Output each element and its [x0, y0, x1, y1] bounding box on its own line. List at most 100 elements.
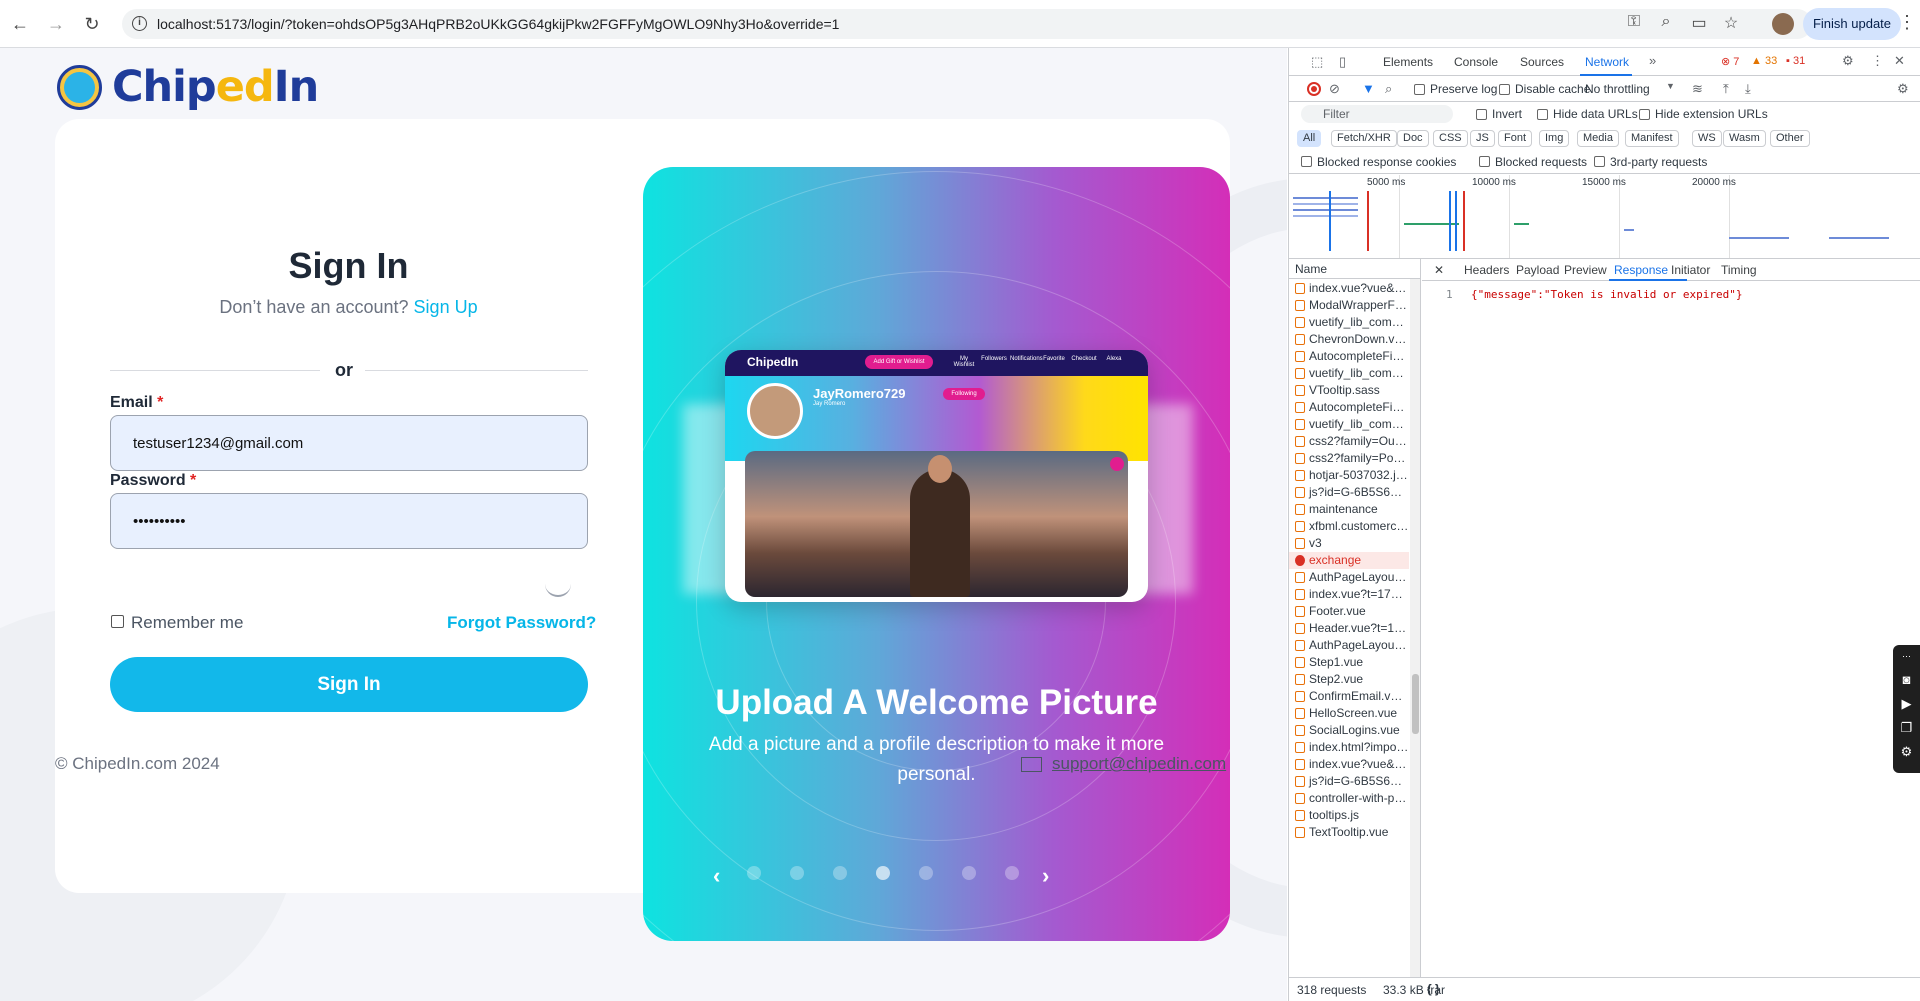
- blocked-requests-checkbox[interactable]: [1479, 156, 1490, 167]
- request-item[interactable]: controller-with-prec...: [1289, 790, 1409, 807]
- url-text[interactable]: localhost:5173/login/?token=ohdsOP5g3AHq…: [157, 16, 839, 32]
- tab-elements[interactable]: Elements: [1383, 55, 1433, 69]
- forward-icon[interactable]: →: [44, 12, 68, 36]
- preserve-log-checkbox[interactable]: [1414, 84, 1425, 95]
- type-chip-img[interactable]: Img: [1539, 130, 1570, 147]
- clear-icon[interactable]: ⊘: [1329, 81, 1340, 97]
- more-tabs-icon[interactable]: »: [1649, 53, 1656, 68]
- remember-me-label[interactable]: Remember me: [131, 613, 243, 633]
- request-item[interactable]: Header.vue?t=1728...: [1289, 620, 1409, 637]
- request-item[interactable]: index.vue?vue&type...: [1289, 280, 1409, 297]
- filter-funnel-icon[interactable]: ▼: [1362, 81, 1375, 96]
- request-item[interactable]: vuetify_lib_compon...: [1289, 416, 1409, 433]
- reload-icon[interactable]: ↻: [80, 12, 104, 36]
- request-item[interactable]: ConfirmEmail.vue?t...: [1289, 688, 1409, 705]
- name-column-header[interactable]: Name: [1289, 259, 1420, 279]
- search-icon[interactable]: ⌕: [1385, 81, 1392, 97]
- tab-initiator[interactable]: Initiator: [1671, 263, 1710, 277]
- media-icon[interactable]: ▭: [1688, 13, 1710, 35]
- extension-menu-icon[interactable]: ⋯: [1898, 651, 1915, 665]
- carousel-dot[interactable]: [790, 866, 804, 880]
- request-item[interactable]: AuthPageLayout.vu...: [1289, 569, 1409, 586]
- warning-count-badge[interactable]: ▲ 33: [1751, 55, 1777, 67]
- filter-input[interactable]: Filter: [1301, 105, 1453, 123]
- device-toolbar-icon[interactable]: ▯: [1339, 54, 1346, 70]
- tab-console[interactable]: Console: [1454, 55, 1498, 69]
- password-field[interactable]: ••••••••••: [110, 493, 588, 549]
- request-item[interactable]: HelloScreen.vue: [1289, 705, 1409, 722]
- devtools-menu-icon[interactable]: ⋮: [1871, 53, 1884, 69]
- request-item[interactable]: index.vue?vue&type...: [1289, 756, 1409, 773]
- close-detail-icon[interactable]: ✕: [1434, 263, 1444, 277]
- carousel-prev-icon[interactable]: ‹: [713, 863, 720, 889]
- request-item[interactable]: css2?family=Outfit:...: [1289, 433, 1409, 450]
- type-chip-js[interactable]: JS: [1470, 130, 1495, 147]
- request-item[interactable]: xfbml.customerchat.js: [1289, 518, 1409, 535]
- request-item[interactable]: ModalWrapperForE...: [1289, 297, 1409, 314]
- invert-checkbox[interactable]: [1476, 109, 1487, 120]
- support-email-link[interactable]: support@chipedin.com: [1052, 754, 1226, 774]
- network-conditions-icon[interactable]: ≋: [1692, 81, 1703, 97]
- type-chip-media[interactable]: Media: [1577, 130, 1619, 147]
- request-item[interactable]: AuthPageLayout.vu...: [1289, 637, 1409, 654]
- request-item[interactable]: js?id=G-6B5S6Z67Q...: [1289, 773, 1409, 790]
- type-chip-all[interactable]: All: [1297, 130, 1322, 147]
- zoom-icon[interactable]: ⌕: [1655, 13, 1677, 35]
- request-list-scrollbar[interactable]: [1410, 279, 1420, 1001]
- request-item[interactable]: Step1.vue: [1289, 654, 1409, 671]
- request-item[interactable]: css2?family=Poppin...: [1289, 450, 1409, 467]
- request-item[interactable]: v3: [1289, 535, 1409, 552]
- settings-gear-icon[interactable]: ⚙: [1842, 53, 1854, 69]
- finish-update-button[interactable]: Finish update: [1803, 8, 1901, 40]
- import-har-icon[interactable]: ⤒: [1723, 81, 1729, 97]
- type-chip-other[interactable]: Other: [1770, 130, 1810, 147]
- response-body[interactable]: {"message":"Token is invalid or expired"…: [1471, 288, 1743, 301]
- tab-payload[interactable]: Payload: [1516, 263, 1559, 277]
- blocked-cookies-checkbox[interactable]: [1301, 156, 1312, 167]
- network-timeline-overview[interactable]: 5000 ms 10000 ms 15000 ms 20000 ms: [1289, 175, 1920, 259]
- chevron-down-icon[interactable]: ▼: [1666, 81, 1675, 91]
- settings-gear-icon[interactable]: ⚙: [1898, 744, 1915, 759]
- request-item[interactable]: tooltips.js: [1289, 807, 1409, 824]
- request-item[interactable]: vuetify_lib_compon...: [1289, 365, 1409, 382]
- type-chip-manifest[interactable]: Manifest: [1625, 130, 1679, 147]
- type-chip-doc[interactable]: Doc: [1397, 130, 1429, 147]
- forgot-password-link[interactable]: Forgot Password?: [447, 613, 596, 633]
- type-chip-css[interactable]: CSS: [1433, 130, 1468, 147]
- request-item-error[interactable]: exchange: [1289, 552, 1409, 569]
- type-chip-font[interactable]: Font: [1498, 130, 1533, 147]
- throttling-select[interactable]: No throttling: [1585, 82, 1650, 96]
- screens-icon[interactable]: ❐: [1898, 720, 1915, 735]
- disable-cache-checkbox[interactable]: [1499, 84, 1510, 95]
- inspect-icon[interactable]: ⬚: [1311, 54, 1323, 70]
- carousel-next-icon[interactable]: ›: [1042, 863, 1049, 889]
- tab-headers[interactable]: Headers: [1464, 263, 1509, 277]
- request-item[interactable]: ChevronDown.vue?...: [1289, 331, 1409, 348]
- request-item[interactable]: index.vue?t=172842...: [1289, 586, 1409, 603]
- type-chip-wasm[interactable]: Wasm: [1723, 130, 1766, 147]
- back-icon[interactable]: ←: [8, 12, 32, 36]
- close-devtools-icon[interactable]: ✕: [1894, 53, 1905, 69]
- sign-in-button[interactable]: Sign In: [110, 657, 588, 712]
- tab-network[interactable]: Network: [1585, 55, 1629, 69]
- hide-data-urls-checkbox[interactable]: [1537, 109, 1548, 120]
- carousel-dot[interactable]: [1005, 866, 1019, 880]
- request-item[interactable]: VTooltip.sass: [1289, 382, 1409, 399]
- profile-avatar[interactable]: [1772, 13, 1794, 35]
- request-item[interactable]: maintenance: [1289, 501, 1409, 518]
- issues-count-badge[interactable]: ▪ 31: [1786, 55, 1805, 67]
- hide-extension-urls-checkbox[interactable]: [1639, 109, 1650, 120]
- request-item[interactable]: Footer.vue: [1289, 603, 1409, 620]
- bookmark-star-icon[interactable]: ☆: [1720, 13, 1742, 35]
- request-item[interactable]: TextTooltip.vue: [1289, 824, 1409, 841]
- signup-link[interactable]: Sign Up: [414, 297, 478, 317]
- tab-sources[interactable]: Sources: [1520, 55, 1564, 69]
- video-icon[interactable]: ▶: [1898, 696, 1915, 711]
- pretty-print-icon[interactable]: { }: [1427, 982, 1440, 996]
- request-item[interactable]: AutocompleteField....: [1289, 348, 1409, 365]
- camera-icon[interactable]: ◙: [1898, 672, 1915, 687]
- request-item[interactable]: hotjar-5037032.js?s...: [1289, 467, 1409, 484]
- tab-response[interactable]: Response: [1614, 263, 1668, 277]
- address-bar[interactable]: i localhost:5173/login/?token=ohdsOP5g3A…: [122, 9, 1812, 39]
- record-stop-icon[interactable]: [1307, 82, 1321, 96]
